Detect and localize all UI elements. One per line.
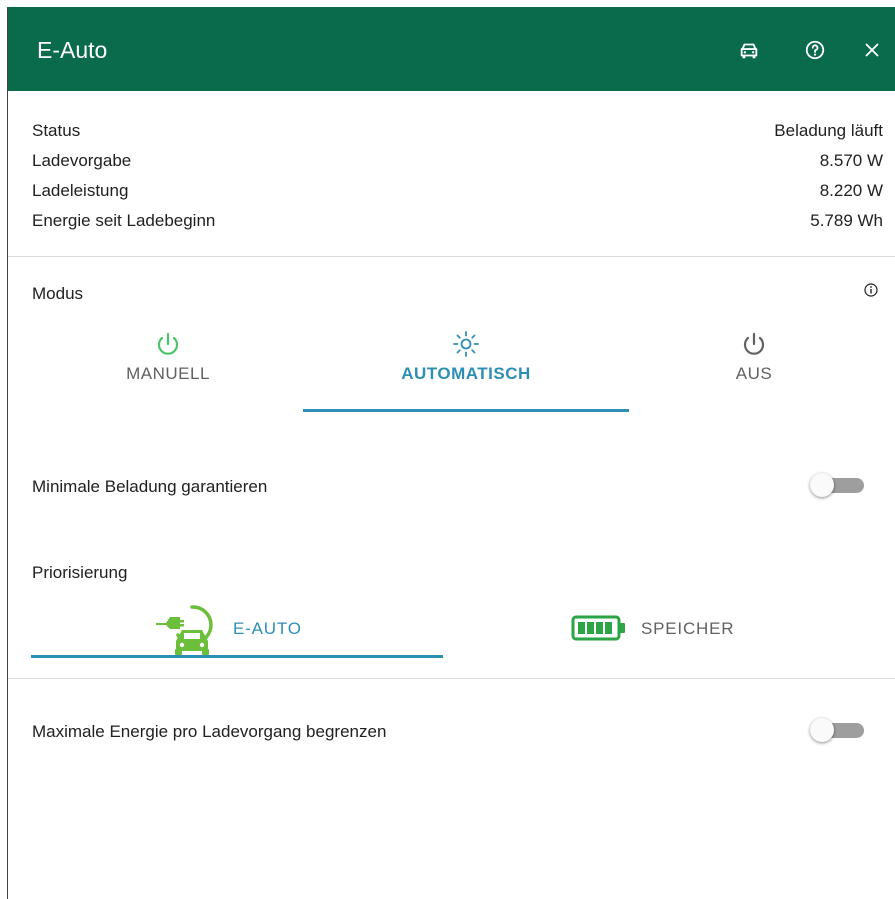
tab-speicher[interactable]: SPEICHER — [457, 595, 869, 651]
info-value: 8.570 W — [819, 151, 883, 170]
info-label: Ladevorgabe — [32, 151, 132, 170]
power-icon — [157, 332, 179, 355]
ev-car-icon — [154, 597, 218, 657]
mode-tab-indicator — [303, 409, 629, 412]
mode-label: Modus — [32, 284, 84, 303]
sun-icon — [453, 331, 479, 357]
title-bar: E-Auto — [8, 7, 895, 91]
info-value: Beladung läuft — [774, 121, 883, 140]
power-icon — [743, 332, 765, 355]
min-charge-toggle[interactable] — [810, 471, 864, 499]
tab-aus[interactable]: AUS — [654, 329, 854, 384]
help-icon[interactable] — [804, 39, 826, 61]
tab-label: E-AUTO — [233, 619, 302, 638]
max-energy-label: Maximale Energie pro Ladevorgang begrenz… — [32, 722, 387, 741]
info-label: Energie seit Ladebeginn — [32, 211, 216, 230]
tab-manuell[interactable]: MANUELL — [68, 329, 268, 384]
info-label: Ladeleistung — [32, 181, 129, 200]
tab-label: SPEICHER — [641, 619, 735, 638]
car-icon[interactable] — [738, 39, 760, 61]
info-label: Status — [32, 121, 81, 140]
info-icon[interactable] — [864, 283, 878, 297]
info-row-status: Status Beladung läuft — [32, 116, 883, 146]
min-charge-label: Minimale Beladung garantieren — [32, 477, 268, 496]
priority-tab-indicator — [31, 655, 443, 658]
dialog: E-Auto Status Beladung läuft Ladevorgabe… — [7, 7, 895, 899]
dialog-title: E-Auto — [37, 37, 108, 63]
battery-icon — [571, 615, 625, 641]
divider — [8, 678, 895, 679]
info-row-ladevorgabe: Ladevorgabe 8.570 W — [32, 146, 883, 176]
status-info-list: Status Beladung läuft Ladevorgabe 8.570 … — [32, 116, 883, 236]
tab-e-auto[interactable]: E-AUTO — [31, 595, 443, 655]
info-value: 5.789 Wh — [810, 211, 883, 230]
priority-label: Priorisierung — [32, 563, 128, 582]
info-row-ladeleistung: Ladeleistung 8.220 W — [32, 176, 883, 206]
max-energy-toggle[interactable] — [810, 716, 864, 744]
tab-automatisch[interactable]: AUTOMATISCH — [303, 329, 629, 384]
divider — [8, 256, 895, 257]
info-row-energie: Energie seit Ladebeginn 5.789 Wh — [32, 206, 883, 236]
tab-label: AUS — [735, 364, 773, 383]
info-value: 8.220 W — [819, 181, 883, 200]
tab-label: MANUELL — [126, 364, 210, 383]
tab-label: AUTOMATISCH — [401, 364, 531, 383]
close-icon[interactable] — [861, 39, 883, 61]
